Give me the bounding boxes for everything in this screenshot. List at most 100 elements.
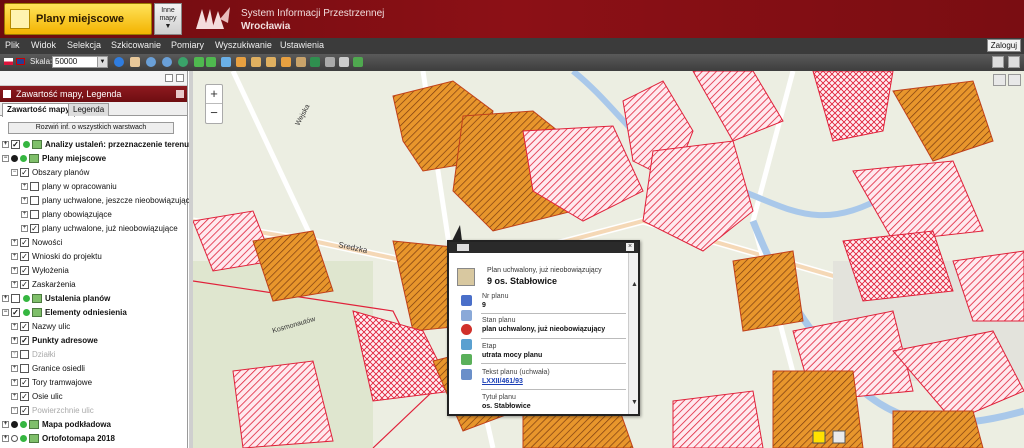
collapse-icon[interactable]: [176, 74, 184, 82]
close-icon[interactable]: [176, 90, 184, 98]
layer-plany-juz-nieobowiazujace[interactable]: + ✓ plany uchwalone, już nieobowiązujące: [21, 222, 178, 235]
expand-icon[interactable]: +: [11, 239, 18, 246]
layer-wnioski[interactable]: + ✓ Wnioski do projektu: [11, 250, 102, 263]
previous-extent-icon[interactable]: [194, 57, 204, 67]
expand-icon[interactable]: +: [11, 379, 18, 386]
pan-hand-icon[interactable]: [130, 57, 140, 67]
layer-checkbox[interactable]: [11, 294, 20, 303]
layer-checkbox[interactable]: ✓: [20, 336, 29, 345]
layer-nazwy-ulic[interactable]: + ✓ Nazwy ulic: [11, 320, 70, 333]
layer-checkbox[interactable]: ✓: [20, 378, 29, 387]
layer-osie-ulic[interactable]: + ✓ Osie ulic: [11, 390, 63, 403]
layer-checkbox[interactable]: ✓: [11, 308, 20, 317]
map-icon[interactable]: [353, 57, 363, 67]
layer-plany-jeszcze-nieobowiazujace[interactable]: + plany uchwalone, jeszcze nieobowiązują…: [21, 194, 194, 207]
crop-icon[interactable]: [281, 57, 291, 67]
expand-icon[interactable]: +: [11, 351, 18, 358]
radio-icon[interactable]: [11, 155, 18, 162]
expand-icon[interactable]: +: [21, 211, 28, 218]
layer-checkbox[interactable]: ✓: [20, 168, 29, 177]
zoom-in-button[interactable]: +: [206, 85, 222, 104]
expand-icon[interactable]: +: [11, 337, 18, 344]
collapse-icon[interactable]: −: [11, 169, 18, 176]
layer-checkbox[interactable]: ✓: [20, 238, 29, 247]
layer-checkbox[interactable]: [30, 210, 39, 219]
layer-tory-tramwajowe[interactable]: + ✓ Tory tramwajowe: [11, 376, 92, 389]
layer-checkbox[interactable]: ✓: [20, 280, 29, 289]
layer-obszary-planow[interactable]: − ✓ Obszary planów: [11, 166, 89, 179]
menu-szkicowanie[interactable]: Szkicowanie: [111, 40, 161, 50]
layer-ortofotomapa[interactable]: + Ortofotomapa 2018: [2, 432, 115, 445]
expand-icon[interactable]: +: [11, 267, 18, 274]
layer-checkbox[interactable]: [30, 182, 39, 191]
expand-icon[interactable]: +: [11, 393, 18, 400]
layer-mapa-podkladowa[interactable]: + Mapa podkładowa: [2, 418, 111, 431]
window-icon[interactable]: [1008, 56, 1020, 68]
expand-all-layers-button[interactable]: Rozwiń inf. o wszystkich warstwach: [8, 122, 174, 134]
zoom-to-icon[interactable]: [461, 310, 472, 321]
expand-icon[interactable]: +: [11, 323, 18, 330]
polish-flag-icon[interactable]: [4, 58, 13, 65]
radio-icon[interactable]: [11, 435, 18, 442]
expand-icon[interactable]: +: [2, 421, 9, 428]
layer-checkbox[interactable]: ✓: [11, 140, 20, 149]
layer-checkbox[interactable]: ✓: [20, 392, 29, 401]
globe-icon[interactable]: [178, 57, 188, 67]
expand-icon[interactable]: +: [2, 435, 9, 442]
print-icon[interactable]: [325, 57, 335, 67]
popup-menu-icon[interactable]: [457, 244, 469, 251]
layer-checkbox[interactable]: [20, 350, 29, 359]
expand-icon[interactable]: +: [11, 407, 18, 414]
scale-select[interactable]: 50000 ▼: [52, 56, 108, 68]
measure-icon[interactable]: [236, 57, 246, 67]
layer-dzialki[interactable]: + Działki: [11, 348, 56, 361]
expand-icon[interactable]: +: [11, 253, 18, 260]
layer-nowosci[interactable]: + ✓ Nowości: [11, 236, 62, 249]
english-flag-icon[interactable]: [16, 58, 25, 65]
menu-plik[interactable]: Plik: [5, 40, 20, 50]
zoom-out-button[interactable]: −: [206, 104, 222, 123]
expand-icon[interactable]: +: [11, 365, 18, 372]
map-icon[interactable]: [461, 354, 472, 365]
layer-checkbox[interactable]: [30, 196, 39, 205]
zoom-out-icon[interactable]: [162, 57, 172, 67]
menu-widok[interactable]: Widok: [31, 40, 56, 50]
resolution-link[interactable]: LXXII/461/93: [482, 378, 523, 385]
menu-selekcja[interactable]: Selekcja: [67, 40, 101, 50]
close-icon[interactable]: ×: [626, 243, 634, 251]
layer-plany-miejscowe[interactable]: − Plany miejscowe: [2, 152, 106, 165]
next-extent-icon[interactable]: [206, 57, 216, 67]
zoom-in-icon[interactable]: [146, 57, 156, 67]
layer-checkbox[interactable]: ✓: [20, 266, 29, 275]
plany-miejscowe-button[interactable]: Plany miejscowe: [4, 3, 152, 35]
expand-icon[interactable]: +: [2, 295, 9, 302]
layer-powierzchnie-ulic[interactable]: + ✓ Powierzchnie ulic: [11, 404, 94, 417]
select-icon[interactable]: [221, 57, 231, 67]
chevron-down-icon[interactable]: ▼: [631, 399, 638, 406]
layer-plany-w-opracowaniu[interactable]: + plany w opracowaniu: [21, 180, 117, 193]
comment-icon[interactable]: [992, 56, 1004, 68]
menu-wyszukiwanie[interactable]: Wyszukiwanie: [215, 40, 272, 50]
chevron-up-icon[interactable]: ▲: [631, 281, 638, 288]
collapse-icon[interactable]: −: [2, 155, 9, 162]
area-icon[interactable]: [266, 57, 276, 67]
layer-checkbox[interactable]: ✓: [20, 322, 29, 331]
menu-ustawienia[interactable]: Ustawienia: [280, 40, 324, 50]
radio-icon[interactable]: [11, 421, 18, 428]
layer-granice-osiedli[interactable]: + Granice osiedli: [11, 362, 85, 375]
link-icon[interactable]: [339, 57, 349, 67]
layer-checkbox[interactable]: [20, 364, 29, 373]
minimize-icon[interactable]: [165, 74, 173, 82]
layer-wylozenia[interactable]: + ✓ Wyłożenia: [11, 264, 69, 277]
ruler-icon[interactable]: [251, 57, 261, 67]
layer-analizy[interactable]: + ✓ Analizy ustaleń: przeznaczenie teren…: [2, 138, 189, 151]
tab-zawartosc-mapy[interactable]: Zawartość mapy: [2, 103, 75, 117]
layer-checkbox[interactable]: ✓: [20, 406, 29, 415]
export-icon[interactable]: [310, 57, 320, 67]
login-button[interactable]: Zaloguj: [986, 39, 1021, 52]
layer-zaskarzenia[interactable]: + ✓ Zaskarżenia: [11, 278, 76, 291]
window-icon[interactable]: [1008, 74, 1021, 86]
expand-icon[interactable]: +: [11, 281, 18, 288]
other-maps-button[interactable]: Inne mapy ▼: [154, 3, 182, 35]
chat-icon[interactable]: [993, 74, 1006, 86]
